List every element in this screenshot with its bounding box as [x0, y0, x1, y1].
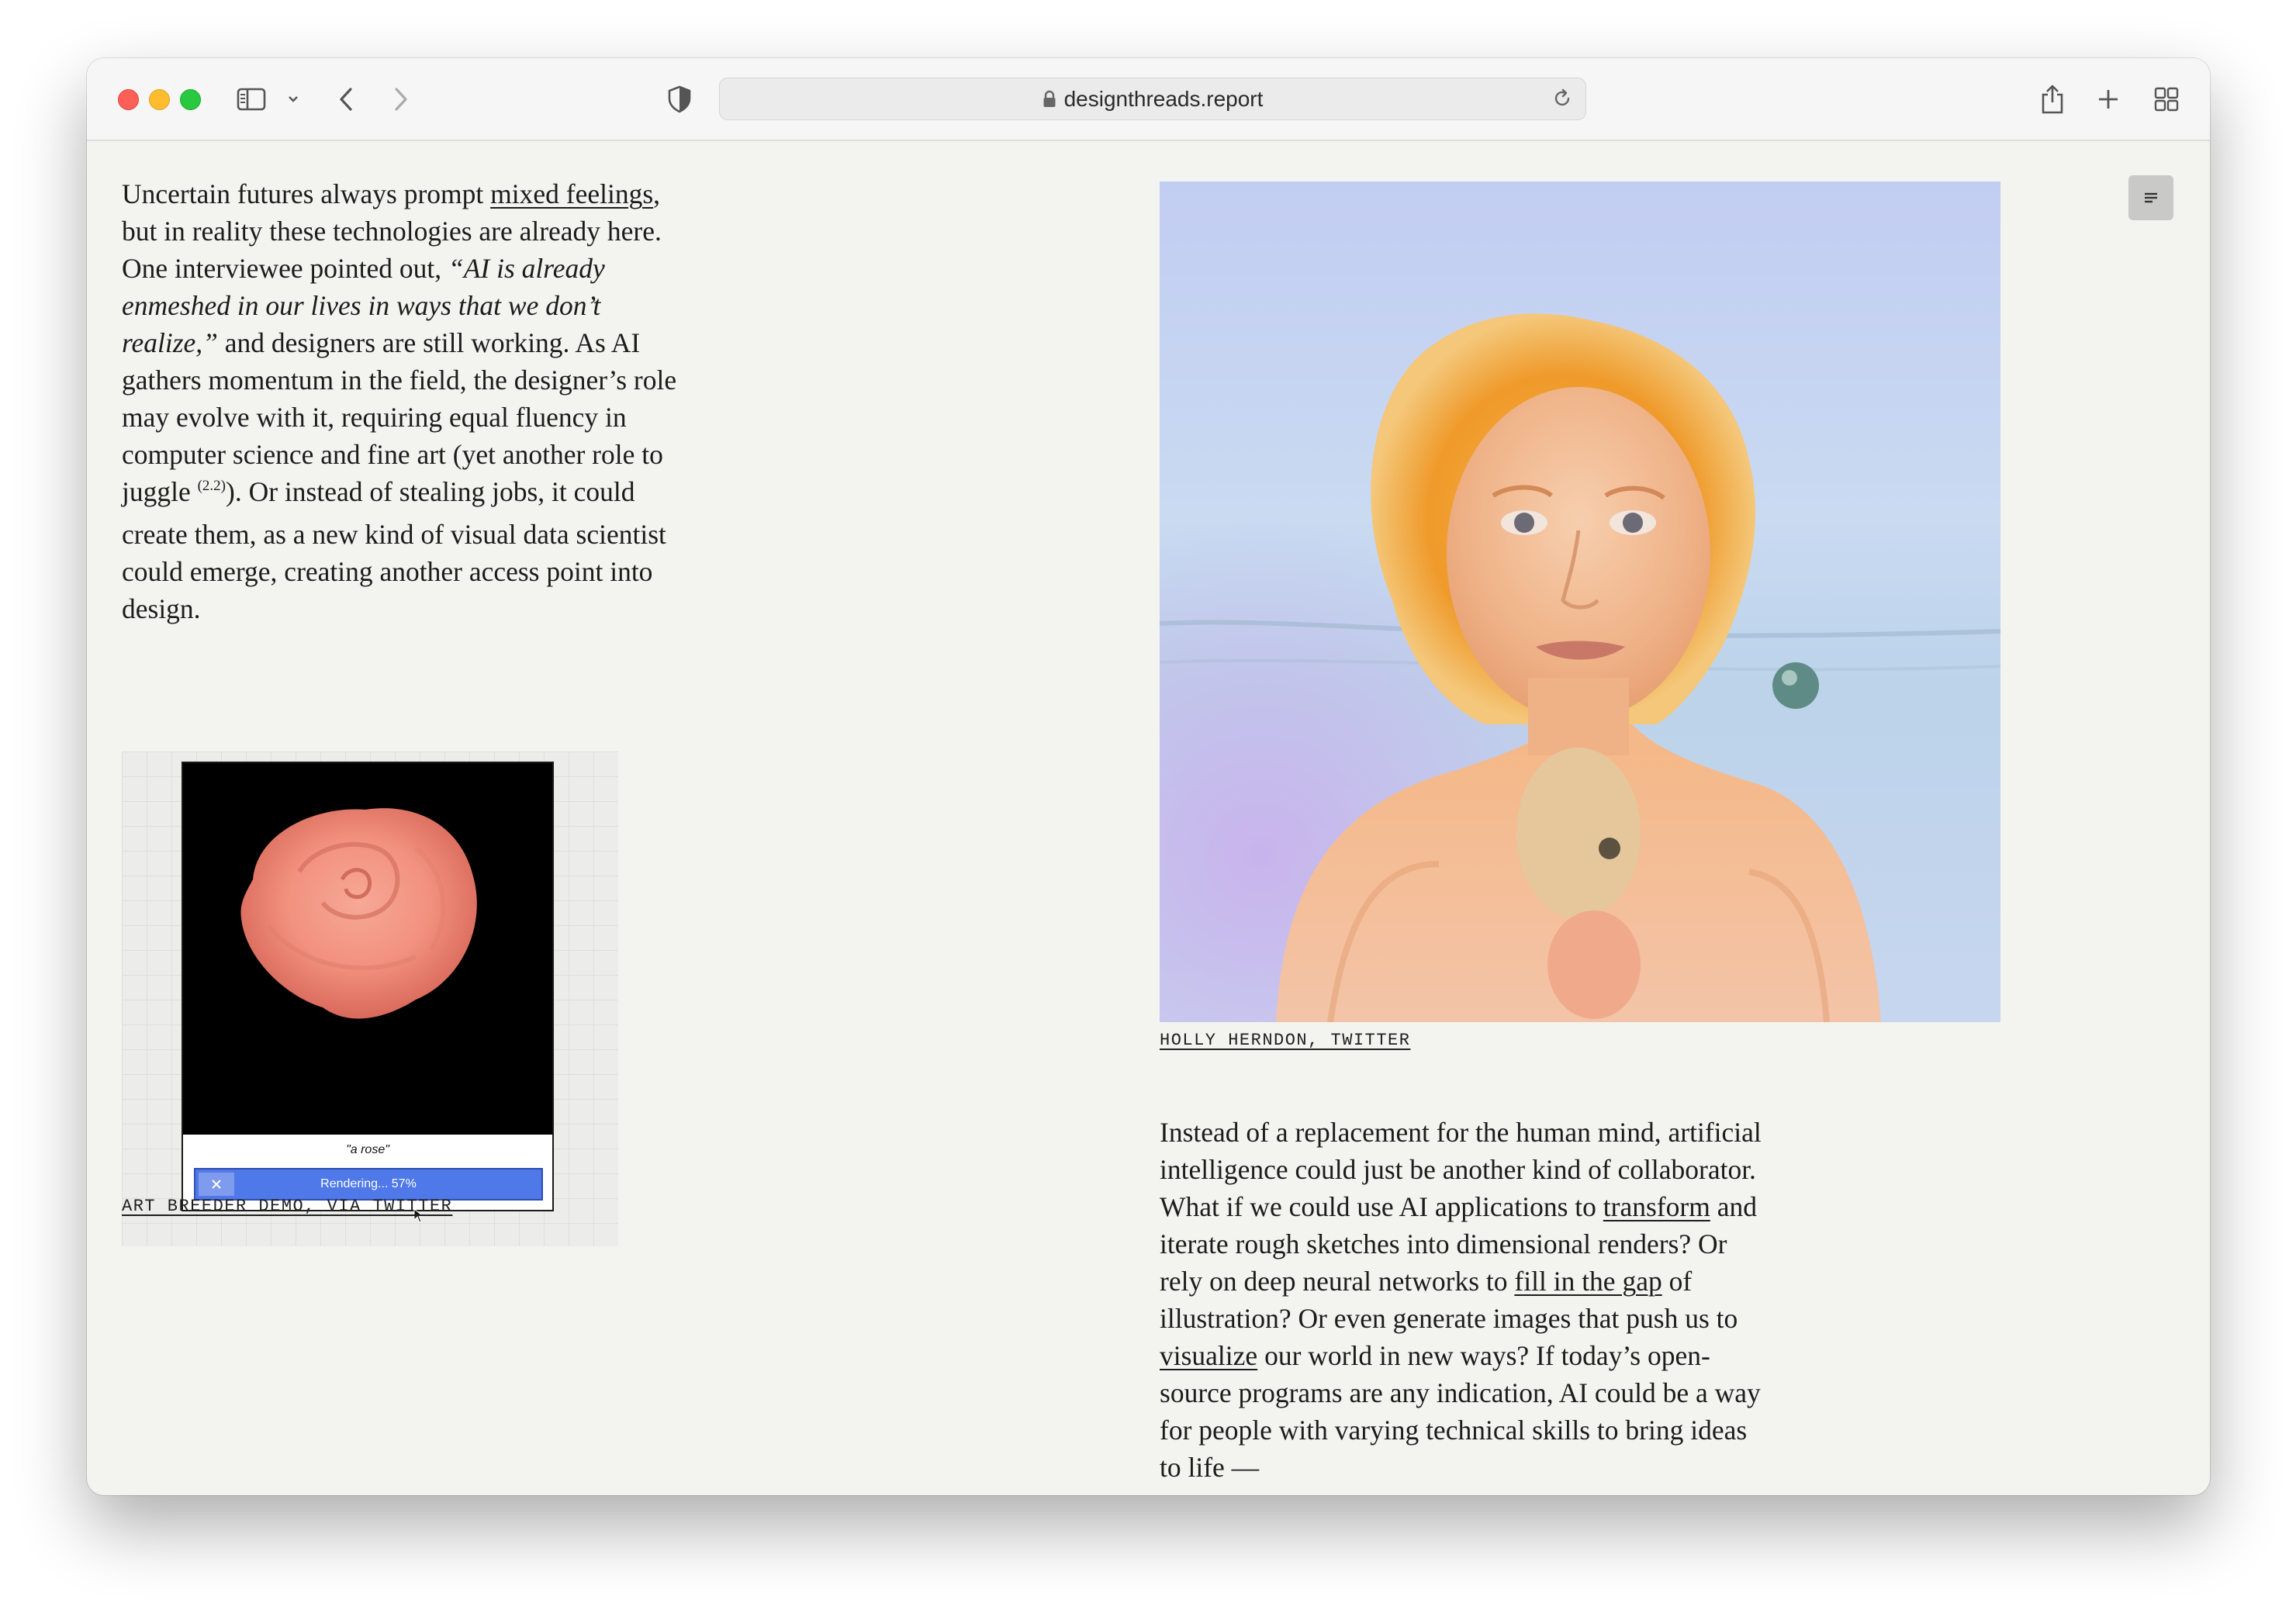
fill-in-the-gap-link[interactable]: fill in the gap [1514, 1266, 1661, 1297]
sidebar-menu-button[interactable] [287, 85, 299, 114]
demo-prompt: "a rose" [346, 1143, 389, 1156]
privacy-report-button[interactable] [667, 85, 692, 114]
browser-toolbar: designthreads.report [87, 58, 2210, 141]
reload-button[interactable] [1551, 88, 1573, 113]
mixed-feelings-link[interactable]: mixed feelings [490, 178, 653, 209]
transform-link[interactable]: transform [1603, 1191, 1710, 1222]
reload-icon [1554, 88, 1570, 106]
article-paragraph-2: Instead of a replacement for the human m… [1160, 1117, 1762, 1483]
reader-menu-button[interactable] [2128, 175, 2173, 220]
sidebar-toggle-button[interactable] [237, 85, 266, 114]
portrait-caption-link[interactable]: HOLLY HERNDON, TWITTER [1160, 1031, 1410, 1050]
demo-card: "a rose" Rendering... 57% [182, 762, 554, 1223]
page-content: Uncertain futures always prompt mixed fe… [87, 141, 2210, 1495]
article-paragraph-1: Uncertain futures always prompt mixed fe… [122, 178, 677, 624]
share-button[interactable] [2039, 85, 2066, 114]
tab-overview-button[interactable] [2153, 85, 2180, 114]
forward-icon [395, 88, 407, 111]
new-tab-icon [2099, 90, 2118, 109]
share-icon [2042, 85, 2063, 114]
holly-herndon-portrait [1160, 181, 2000, 1022]
new-tab-button[interactable] [2096, 85, 2121, 114]
visualize-link[interactable]: visualize [1160, 1340, 1257, 1371]
ai-portrait-image [1160, 181, 2000, 1022]
sidebar-icon [237, 88, 266, 111]
footnote-ref[interactable]: (2.2) [198, 478, 226, 494]
privacy-shield-icon [668, 85, 691, 113]
rendering-status: Rendering... 57% [320, 1177, 417, 1190]
rose-image [240, 808, 477, 1019]
lock-icon [1043, 90, 1056, 107]
zoom-window-button[interactable] [180, 89, 201, 110]
back-icon [340, 88, 352, 111]
chevron-down-icon [289, 96, 298, 102]
url-text: designthreads.report [1063, 86, 1264, 111]
minimize-window-button[interactable] [149, 89, 170, 110]
art-breeder-demo: "a rose" Rendering... 57% [122, 751, 618, 1246]
tab-overview-icon [2154, 87, 2179, 112]
reader-menu-icon [2145, 192, 2157, 203]
demo-canvas [183, 763, 552, 1135]
address-bar[interactable]: designthreads.report [719, 78, 1586, 120]
forward-button[interactable] [392, 85, 410, 114]
back-button[interactable] [337, 85, 355, 114]
demo-caption-link[interactable]: ART BREEDER DEMO, VIA TWITTER [122, 1197, 452, 1216]
close-window-button[interactable] [118, 89, 139, 110]
browser-window: designthreads.report Uncertain futures a… [87, 58, 2210, 1495]
rendering-progress-bar: Rendering... 57% [194, 1168, 543, 1201]
